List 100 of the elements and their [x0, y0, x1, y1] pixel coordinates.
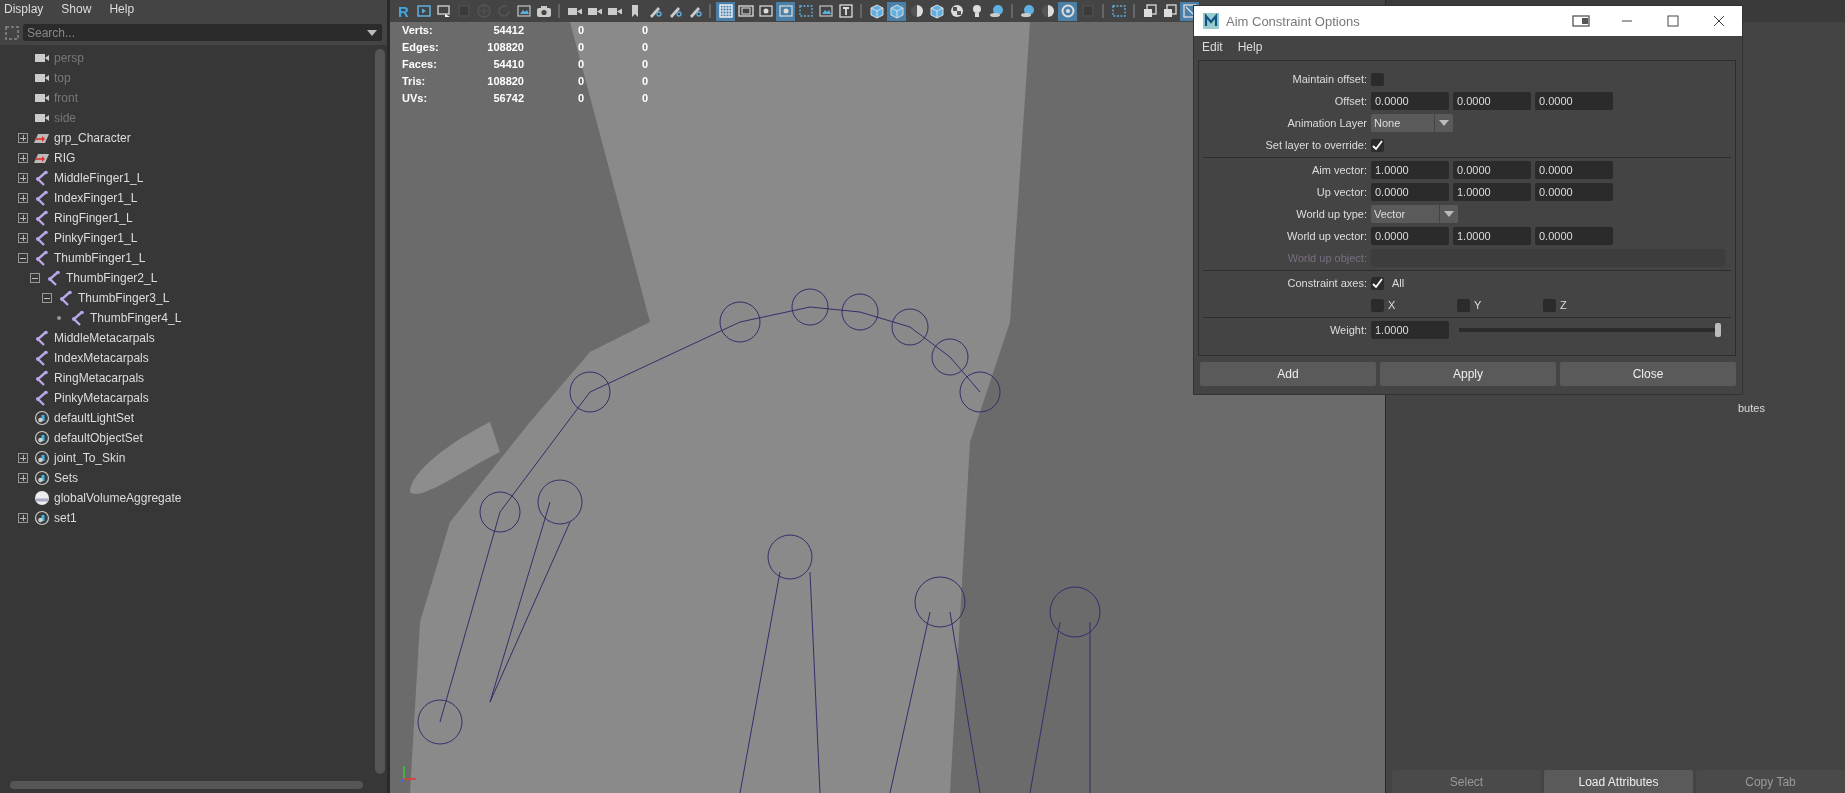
- joint-icon: [34, 210, 50, 226]
- number-field[interactable]: 0.0000: [1453, 161, 1531, 179]
- outliner-item[interactable]: ThumbFinger3_L: [78, 291, 170, 305]
- scrollbar[interactable]: [10, 781, 363, 789]
- number-field[interactable]: 0.0000: [1371, 92, 1449, 110]
- scrollbar[interactable]: [375, 49, 385, 774]
- expand-toggle[interactable]: [18, 473, 28, 483]
- field-label: Set layer to override:: [1264, 139, 1367, 151]
- stat-value: 108820: [486, 41, 524, 53]
- stat-value: 0: [576, 58, 584, 70]
- checkbox[interactable]: [1371, 72, 1384, 86]
- outliner-item[interactable]: PinkyFinger1_L: [54, 231, 138, 245]
- dropdown[interactable]: None: [1371, 114, 1454, 132]
- stat-value: 54412: [492, 24, 524, 36]
- menu-item[interactable]: Edit: [1202, 40, 1223, 54]
- menu-item[interactable]: Help: [109, 2, 135, 18]
- number-field[interactable]: 0.0000: [1371, 227, 1449, 245]
- field-label: Offset:: [1333, 95, 1367, 107]
- checkbox[interactable]: [1371, 298, 1384, 312]
- joint-icon: [34, 390, 50, 406]
- expand-toggle[interactable]: [18, 513, 28, 523]
- dialog-button[interactable]: Close: [1560, 362, 1736, 386]
- checkbox[interactable]: [1543, 298, 1556, 312]
- dropdown-caret-icon[interactable]: [367, 30, 377, 36]
- outliner-item[interactable]: MiddleFinger1_L: [54, 171, 144, 185]
- outliner-item[interactable]: Sets: [54, 471, 78, 485]
- outliner-item[interactable]: MiddleMetacarpals: [54, 331, 155, 345]
- render-view-button[interactable]: R: [394, 1, 413, 21]
- dialog-button[interactable]: Apply: [1380, 362, 1556, 386]
- number-field[interactable]: 0.0000: [1453, 92, 1531, 110]
- number-field[interactable]: 1.0000: [1371, 321, 1449, 339]
- set-icon: [34, 430, 50, 446]
- field-label: Animation Layer: [1286, 117, 1367, 129]
- stat-value: 0: [640, 41, 648, 53]
- checkbox[interactable]: [1371, 138, 1384, 152]
- expand-toggle[interactable]: [18, 153, 28, 163]
- slider-thumb[interactable]: [1715, 323, 1721, 337]
- checkbox[interactable]: [1371, 276, 1384, 290]
- dropdown[interactable]: Vector: [1371, 205, 1459, 223]
- dialog-button[interactable]: Add: [1200, 362, 1376, 386]
- number-field[interactable]: 1.0000: [1371, 161, 1449, 179]
- joint-icon: [34, 170, 50, 186]
- stat-value: 0: [576, 41, 584, 53]
- number-field[interactable]: 0.0000: [1535, 183, 1613, 201]
- outliner-item[interactable]: grp_Character: [54, 131, 131, 145]
- outliner-item[interactable]: ThumbFinger1_L: [54, 251, 146, 265]
- volume-icon: [34, 490, 50, 506]
- outliner-item[interactable]: RIG: [54, 151, 76, 165]
- expand-toggle[interactable]: [18, 193, 28, 203]
- set-icon: [34, 450, 50, 466]
- outliner-item[interactable]: ThumbFinger4_L: [90, 311, 182, 325]
- outliner-item[interactable]: IndexFinger1_L: [54, 191, 138, 205]
- number-field[interactable]: 0.0000: [1535, 227, 1613, 245]
- outliner-item[interactable]: globalVolumeAggregate: [54, 491, 182, 505]
- outliner-item[interactable]: RingFinger1_L: [54, 211, 133, 225]
- field-label: World up type:: [1295, 208, 1367, 220]
- joint-icon: [34, 370, 50, 386]
- outliner-item[interactable]: ThumbFinger2_L: [66, 271, 158, 285]
- number-field[interactable]: 0.0000: [1371, 183, 1449, 201]
- dock-icon[interactable]: [1572, 15, 1590, 27]
- close-icon[interactable]: [1713, 15, 1725, 27]
- joint-icon: [58, 290, 74, 306]
- expand-toggle[interactable]: [18, 133, 28, 143]
- collapse-toggle[interactable]: [30, 273, 40, 283]
- outliner-item[interactable]: defaultObjectSet: [54, 431, 143, 445]
- app-logo-icon: [1202, 12, 1220, 30]
- collapse-toggle[interactable]: [18, 253, 28, 263]
- search-field[interactable]: Search...: [23, 24, 382, 41]
- collapse-toggle[interactable]: [42, 293, 52, 303]
- number-field[interactable]: 1.0000: [1453, 227, 1531, 245]
- field-label: Up vector:: [1315, 186, 1367, 198]
- outliner-item[interactable]: defaultLightSet: [54, 411, 135, 425]
- outliner-item[interactable]: RingMetacarpals: [54, 371, 145, 385]
- panel-button[interactable]: Load Attributes: [1544, 770, 1693, 793]
- expand-toggle[interactable]: [18, 213, 28, 223]
- checkbox[interactable]: [1457, 298, 1470, 312]
- outliner-item[interactable]: PinkyMetacarpals: [54, 391, 149, 405]
- stat-value: 54410: [492, 58, 524, 70]
- outliner-item[interactable]: IndexMetacarpals: [54, 351, 149, 365]
- joint-icon: [70, 310, 86, 326]
- stat-value: 108820: [486, 75, 524, 87]
- number-field[interactable]: 0.0000: [1535, 92, 1613, 110]
- number-field[interactable]: 1.0000: [1453, 183, 1531, 201]
- field-label: World up object:: [1286, 252, 1367, 264]
- maximize-icon[interactable]: [1667, 15, 1679, 27]
- expand-toggle[interactable]: [18, 173, 28, 183]
- outliner-item[interactable]: set1: [54, 511, 77, 525]
- outliner-item[interactable]: joint_To_Skin: [54, 451, 126, 465]
- field-label: Constraint axes:: [1286, 277, 1367, 289]
- menu-item[interactable]: Display: [4, 2, 44, 18]
- expand-toggle[interactable]: [18, 453, 28, 463]
- menu-item[interactable]: Show: [61, 2, 92, 18]
- joint-icon: [34, 250, 50, 266]
- checkbox-label: X: [1388, 299, 1396, 311]
- joint-icon: [34, 230, 50, 246]
- expand-toggle[interactable]: [18, 233, 28, 243]
- number-field[interactable]: 0.0000: [1535, 161, 1613, 179]
- joint-icon: [34, 190, 50, 206]
- menu-item[interactable]: Help: [1237, 40, 1263, 54]
- set-icon: [34, 470, 50, 486]
